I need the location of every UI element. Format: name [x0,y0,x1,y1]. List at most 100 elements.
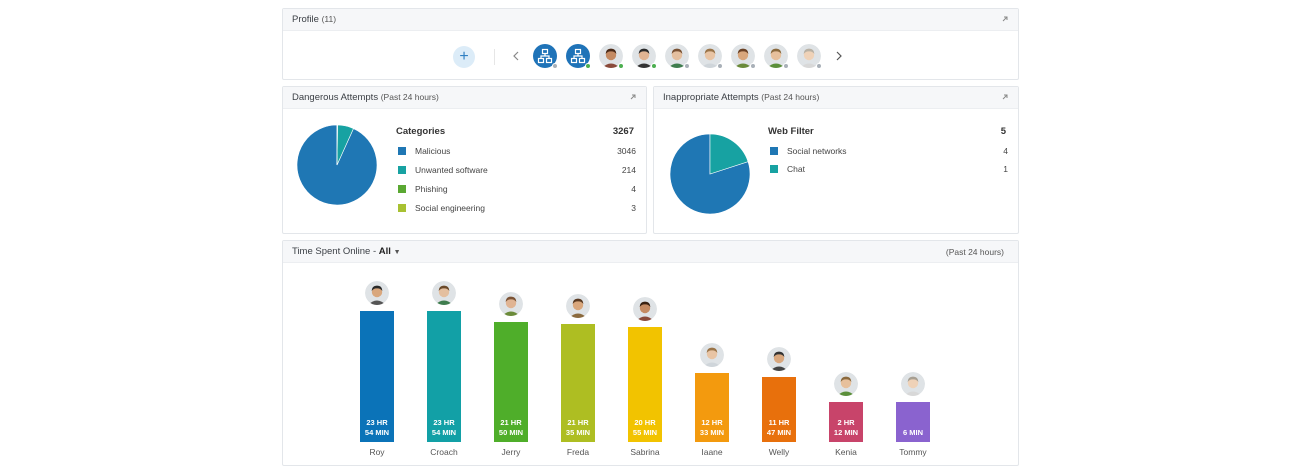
bar-category-label: Tommy [899,447,927,457]
expand-icon[interactable] [1000,14,1010,24]
dangerous-title: Dangerous Attempts [292,92,379,103]
bar-value-line: 6 MIN [902,428,923,437]
legend-value: 214 [621,165,636,175]
legend-value: 4 [1003,146,1008,156]
dangerous-attempts-panel: Dangerous Attempts (Past 24 hours) Categ… [282,86,647,234]
legend-swatch [770,147,778,155]
expand-icon[interactable] [628,92,638,102]
inappropriate-period: (Past 24 hours) [761,92,820,102]
dangerous-header: Dangerous Attempts (Past 24 hours) [283,87,646,109]
status-dot [618,63,624,69]
bar[interactable]: 12 HR 33 MIN [695,373,729,442]
legend-item: Malicious 3046 [398,145,636,157]
time-online-panel: Time Spent Online - All ▼ (Past 24 hours… [282,240,1019,466]
bar-value-label: 20 HR 55 MIN [628,418,662,438]
chevron-left-icon[interactable] [511,48,521,64]
bar-value-label: 12 HR 33 MIN [695,418,729,438]
bar-value-label: 11 HR 47 MIN [762,418,796,438]
bar-value-label: 2 HR 12 MIN [829,418,863,438]
bar-value-label: 23 HR 54 MIN [360,418,394,438]
legend-item: Unwanted software 214 [398,164,636,176]
dangerous-legend-title: Categories [396,126,446,137]
legend-value: 3046 [617,146,636,156]
legend-item: Chat 1 [770,163,1008,175]
bar-value-line: 11 HR [768,418,790,427]
bar-value-line: 55 MIN [632,428,658,437]
bar-avatar [365,281,389,305]
inappropriate-attempts-panel: Inappropriate Attempts (Past 24 hours) W… [653,86,1019,234]
bar-value-line: 21 HR [567,418,589,427]
bar-category-label: Roy [369,447,385,457]
profile-count: (11) [321,14,337,24]
chevron-right-icon[interactable] [834,48,844,64]
bar-category-label: Freda [566,447,590,457]
legend-value: 3 [631,203,636,213]
legend-value: 4 [631,184,636,194]
profile-avatar[interactable] [632,44,657,69]
bar-value-line: 54 MIN [364,428,390,437]
legend-label: Chat [787,164,805,174]
bar[interactable]: 11 HR 47 MIN [762,377,796,442]
profile-avatar[interactable] [599,44,624,69]
caret-down-icon: ▼ [393,249,401,256]
bar-value-line: 35 MIN [565,428,591,437]
dangerous-pie-chart [297,125,378,206]
profile-title: Profile [292,14,319,25]
profile-avatar[interactable] [698,44,723,69]
legend-swatch [398,166,406,174]
time-online-header: Time Spent Online - All ▼ (Past 24 hours… [283,241,1018,263]
bar-category-label: Sabrina [630,447,660,457]
profile-avatar[interactable] [665,44,690,69]
status-dot [552,63,558,69]
bar-avatar [834,372,858,396]
bar-value-line: 23 HR [366,418,388,427]
legend-label: Unwanted software [415,165,488,175]
bar-value-line: 12 HR [701,418,723,427]
inappropriate-title: Inappropriate Attempts [663,92,759,103]
profile-avatar[interactable] [797,44,822,69]
bar[interactable]: 2 HR 12 MIN [829,402,863,442]
bar-value-line: 20 HR [634,418,656,427]
filter-dropdown[interactable]: All ▼ [379,246,401,257]
bar-category-label: Iaane [701,447,723,457]
profile-avatar[interactable] [731,44,756,69]
bar-value-line: 33 MIN [699,428,725,437]
bar-avatar [566,294,590,318]
inappropriate-total: 5 [1000,126,1006,137]
status-dot [651,63,657,69]
legend-label: Malicious [415,146,451,156]
bar[interactable]: 21 HR 35 MIN [561,324,595,442]
bar[interactable]: 23 HR 54 MIN [360,311,394,442]
legend-label: Social engineering [415,203,485,213]
bar[interactable]: 6 MIN [896,402,930,442]
add-profile-button[interactable]: + [453,46,475,68]
device-avatar[interactable] [533,44,558,69]
bar-value-line: 54 MIN [431,428,457,437]
filter-value: All [378,246,391,257]
device-avatar[interactable] [566,44,591,69]
expand-icon[interactable] [1000,92,1010,102]
status-dot [816,63,822,69]
time-online-bar-chart: 23 HR 54 MIN Roy 23 HR 54 MIN Croach 21 HR 50… [283,263,1018,465]
profile-avatar[interactable] [764,44,789,69]
status-dot [750,63,756,69]
bar-value-line: 12 MIN [833,428,859,437]
inappropriate-pie-chart [670,134,750,214]
bar-avatar [767,347,791,371]
dangerous-total: 3267 [612,126,634,137]
bar-value-label: 21 HR 35 MIN [561,418,595,438]
bar-value-line: 23 HR [433,418,455,427]
legend-swatch [398,185,406,193]
bar-avatar [700,343,724,367]
status-dot [585,63,591,69]
bar[interactable]: 21 HR 50 MIN [494,322,528,442]
legend-label: Social networks [787,146,847,156]
bar[interactable]: 20 HR 55 MIN [628,327,662,442]
bar[interactable]: 23 HR 54 MIN [427,311,461,442]
inappropriate-header: Inappropriate Attempts (Past 24 hours) [654,87,1018,109]
time-online-period: (Past 24 hours) [945,247,1004,257]
profile-panel: Profile (11) + [282,8,1019,80]
legend-swatch [770,165,778,173]
bar-category-label: Jerry [501,447,521,457]
bar-avatar [901,372,925,396]
